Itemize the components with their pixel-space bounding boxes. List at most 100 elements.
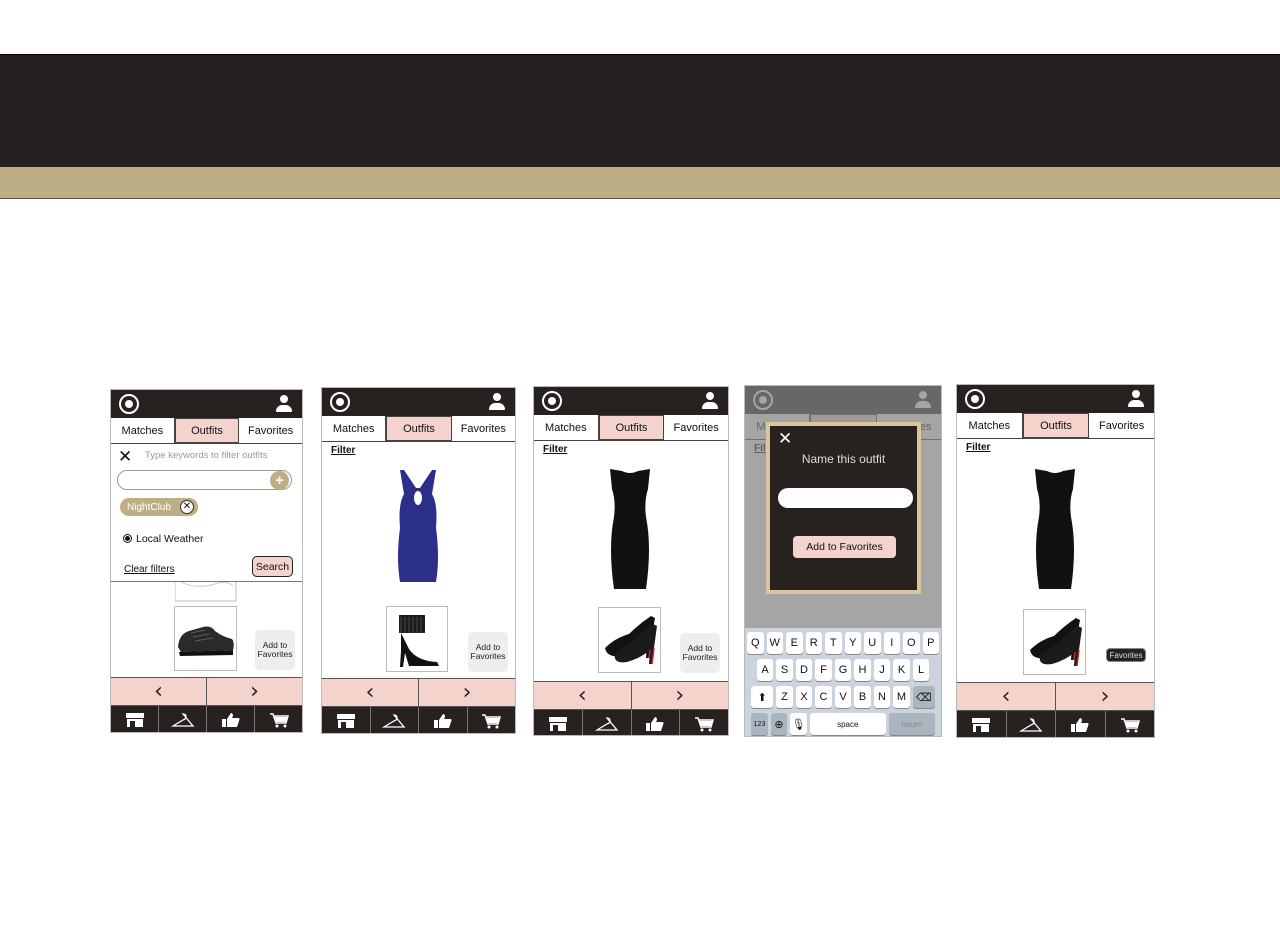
key[interactable]: U: [864, 632, 881, 654]
tab-matches[interactable]: Matches: [322, 416, 387, 441]
pumps-thumbnail[interactable]: [1023, 609, 1086, 675]
key[interactable]: O: [903, 632, 920, 654]
key[interactable]: R: [805, 632, 822, 654]
thumbs-up-icon[interactable]: [207, 706, 255, 732]
keyword-input[interactable]: [117, 470, 292, 490]
mic-icon[interactable]: 🎙: [790, 713, 807, 735]
key[interactable]: F: [815, 659, 832, 681]
logo-icon[interactable]: [119, 394, 139, 414]
key[interactable]: G: [834, 659, 852, 681]
add-to-favorites-button[interactable]: Add to Favorites: [793, 536, 896, 558]
next-outfit-button[interactable]: ›: [632, 682, 729, 709]
keyboard-row-3: ⬆ Z X C V B N M ⌫: [745, 686, 941, 708]
key[interactable]: X: [795, 686, 813, 708]
key[interactable]: C: [815, 686, 832, 708]
key[interactable]: T: [825, 632, 842, 654]
thumbs-up-icon[interactable]: [1056, 711, 1106, 737]
dialog-title: Name this outfit: [801, 452, 886, 466]
key[interactable]: D: [795, 659, 813, 681]
backspace-key[interactable]: ⌫: [912, 686, 935, 708]
pumps-thumbnail[interactable]: [598, 607, 661, 673]
add-to-favorites-button[interactable]: Add to Favorites: [468, 632, 508, 672]
tab-favorites[interactable]: Favorites: [239, 418, 302, 443]
key[interactable]: P: [922, 632, 939, 654]
tab-outfits[interactable]: Outfits: [1022, 413, 1090, 438]
outfit-name-input[interactable]: [778, 488, 913, 508]
key[interactable]: Z: [776, 686, 793, 708]
user-icon[interactable]: [702, 392, 718, 410]
next-outfit-button[interactable]: ›: [419, 679, 515, 706]
tab-outfits[interactable]: Outfits: [386, 416, 452, 441]
logo-icon[interactable]: [330, 392, 350, 412]
key[interactable]: B: [854, 686, 871, 708]
tab-favorites[interactable]: Favorites: [451, 416, 515, 441]
prev-outfit-button[interactable]: ‹: [322, 679, 419, 706]
user-icon[interactable]: [489, 393, 505, 411]
remove-tag-icon[interactable]: ✕: [180, 500, 194, 514]
key[interactable]: W: [766, 632, 783, 654]
prev-outfit-button[interactable]: ‹: [111, 678, 207, 705]
heels-thumbnail[interactable]: [386, 606, 448, 672]
prev-outfit-button[interactable]: ‹: [534, 682, 632, 709]
key[interactable]: S: [776, 659, 793, 681]
thumbs-up-icon[interactable]: [419, 707, 468, 733]
store-icon[interactable]: [957, 711, 1007, 737]
key[interactable]: H: [854, 659, 871, 681]
key[interactable]: E: [786, 632, 803, 654]
favorites-badge[interactable]: Favorites: [1106, 648, 1146, 662]
tab-matches[interactable]: Matches: [534, 415, 599, 440]
logo-icon[interactable]: [542, 391, 562, 411]
store-icon[interactable]: [534, 710, 583, 735]
key[interactable]: A: [756, 659, 774, 681]
key[interactable]: K: [893, 659, 910, 681]
add-keyword-icon[interactable]: +: [270, 471, 289, 490]
cart-icon[interactable]: [255, 706, 302, 732]
user-icon[interactable]: [276, 395, 292, 413]
key[interactable]: N: [873, 686, 891, 708]
cart-icon[interactable]: [680, 710, 728, 735]
weather-radio[interactable]: [123, 534, 132, 543]
hanger-icon[interactable]: [159, 706, 207, 732]
key[interactable]: Q: [747, 632, 764, 654]
logo-icon[interactable]: [965, 389, 985, 409]
key[interactable]: M: [893, 686, 910, 708]
numbers-key[interactable]: 123: [751, 713, 768, 735]
hanger-icon[interactable]: [371, 707, 419, 733]
hanger-icon[interactable]: [1007, 711, 1056, 737]
store-icon[interactable]: [322, 707, 371, 733]
key[interactable]: V: [834, 686, 852, 708]
cart-icon[interactable]: [468, 707, 516, 733]
tab-matches[interactable]: Matches: [957, 413, 1023, 438]
key[interactable]: L: [912, 659, 930, 681]
shoe-thumbnail[interactable]: [174, 606, 237, 671]
store-icon[interactable]: [111, 706, 159, 732]
user-icon[interactable]: [1128, 390, 1144, 408]
search-button[interactable]: Search: [252, 556, 293, 577]
add-to-favorites-button[interactable]: Add to Favorites: [255, 630, 295, 670]
filter-link[interactable]: Filter: [543, 444, 567, 455]
tab-matches[interactable]: Matches: [111, 418, 175, 443]
clear-filters-link[interactable]: Clear filters: [124, 564, 175, 575]
cart-icon[interactable]: [1106, 711, 1155, 737]
tab-outfits[interactable]: Outfits: [598, 415, 665, 440]
add-to-favorites-button[interactable]: Add to Favorites: [680, 633, 720, 673]
tab-favorites[interactable]: Favorites: [1089, 413, 1154, 438]
prev-outfit-button[interactable]: ‹: [957, 683, 1056, 710]
next-outfit-button[interactable]: ›: [207, 678, 302, 705]
filter-link[interactable]: Filter: [331, 445, 355, 456]
filter-link[interactable]: Filter: [966, 442, 990, 453]
tab-favorites[interactable]: Favorites: [664, 415, 728, 440]
hanger-icon[interactable]: [583, 710, 632, 735]
key[interactable]: J: [873, 659, 891, 681]
return-key[interactable]: return: [888, 713, 935, 735]
close-icon[interactable]: ✕: [118, 447, 132, 467]
key[interactable]: I: [883, 632, 900, 654]
globe-icon[interactable]: ⊕: [770, 713, 788, 735]
close-icon[interactable]: ✕: [778, 429, 792, 449]
tab-outfits[interactable]: Outfits: [174, 418, 240, 443]
space-key[interactable]: space: [809, 713, 886, 735]
shift-key[interactable]: ⬆: [751, 686, 774, 708]
key[interactable]: Y: [844, 632, 861, 654]
next-outfit-button[interactable]: ›: [1056, 683, 1154, 710]
thumbs-up-icon[interactable]: [632, 710, 681, 735]
